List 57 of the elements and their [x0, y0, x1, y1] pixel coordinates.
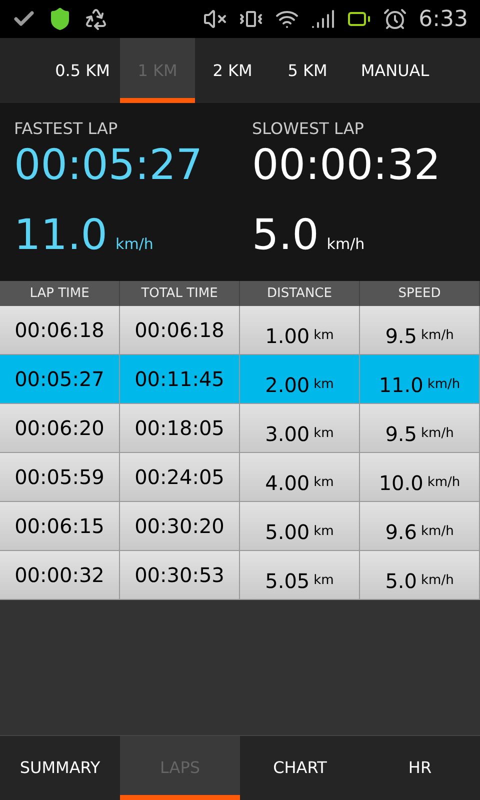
speed-value: 9.5 — [385, 323, 417, 350]
speed-unit: km/h — [326, 234, 365, 255]
speed-value: 5.0 — [385, 568, 417, 595]
mute-icon — [202, 7, 227, 31]
shield-icon — [48, 7, 72, 31]
signal-icon — [310, 7, 335, 31]
speed-unit: km/h — [116, 234, 154, 255]
table-cell: 00:06:18 — [120, 306, 240, 355]
distance-value: 3.00 — [265, 421, 310, 448]
tab[interactable]: 2 KM — [195, 38, 270, 103]
tab[interactable]: CHART — [240, 736, 360, 800]
distance-value: 1.00 — [265, 323, 310, 350]
lap-speed: 5.0 — [252, 211, 319, 259]
speed-unit: km/h — [421, 523, 454, 542]
lap-time: 00:05:27 — [14, 141, 204, 189]
tab[interactable]: 5 KM — [270, 38, 345, 103]
speed-value: 11.0 — [378, 372, 424, 399]
distance-unit: km — [314, 523, 334, 542]
tab[interactable]: SUMMARY — [0, 736, 120, 800]
table-cell: 00:11:45 — [120, 355, 240, 404]
distance-value: 4.00 — [265, 470, 310, 497]
stat-label: SLOWEST LAP — [252, 118, 365, 140]
tab[interactable]: 0.5 KM — [45, 38, 120, 103]
table-cell: 00:00:32 — [0, 551, 120, 600]
speed-unit: km/h — [421, 425, 454, 444]
speed-value: 10.0 — [378, 470, 424, 497]
table-cell: 00:05:59 — [0, 453, 120, 502]
speed-unit: km/h — [427, 474, 460, 492]
distance-unit: km — [314, 376, 334, 394]
table-cell: 00:06:15 — [0, 502, 120, 551]
clock: 6:33 — [418, 6, 468, 34]
distance-value: 5.00 — [265, 519, 310, 546]
table-cell: 00:06:20 — [0, 404, 120, 453]
table-cell: 00:05:27 — [0, 355, 120, 404]
table-cell: 00:30:53 — [120, 551, 240, 600]
distance-unit: km — [314, 425, 334, 444]
tab[interactable]: HR — [360, 736, 480, 800]
stat-label: FASTEST LAP — [14, 118, 119, 140]
table-cell: 00:30:20 — [120, 502, 240, 551]
distance-unit: km — [314, 327, 334, 346]
speed-unit: km/h — [427, 376, 460, 394]
distance-value: 2.00 — [265, 372, 310, 399]
speed-value: 9.6 — [385, 519, 417, 546]
distance-value: 5.05 — [265, 568, 310, 595]
speed-value: 9.5 — [385, 421, 417, 448]
speed-unit: km/h — [421, 572, 454, 590]
lap-time: 00:00:32 — [252, 141, 442, 189]
recycle-icon — [84, 7, 108, 31]
table-cell: 00:06:18 — [0, 306, 120, 355]
table-cell: 00:24:05 — [120, 453, 240, 502]
tab[interactable]: MANUAL — [345, 38, 445, 103]
lap-speed: 11.0 — [14, 211, 108, 259]
distance-unit: km — [314, 474, 334, 492]
speed-unit: km/h — [421, 327, 454, 346]
alarm-icon — [382, 7, 407, 31]
table-cell: 00:18:05 — [120, 404, 240, 453]
distance-unit: km — [314, 572, 334, 590]
